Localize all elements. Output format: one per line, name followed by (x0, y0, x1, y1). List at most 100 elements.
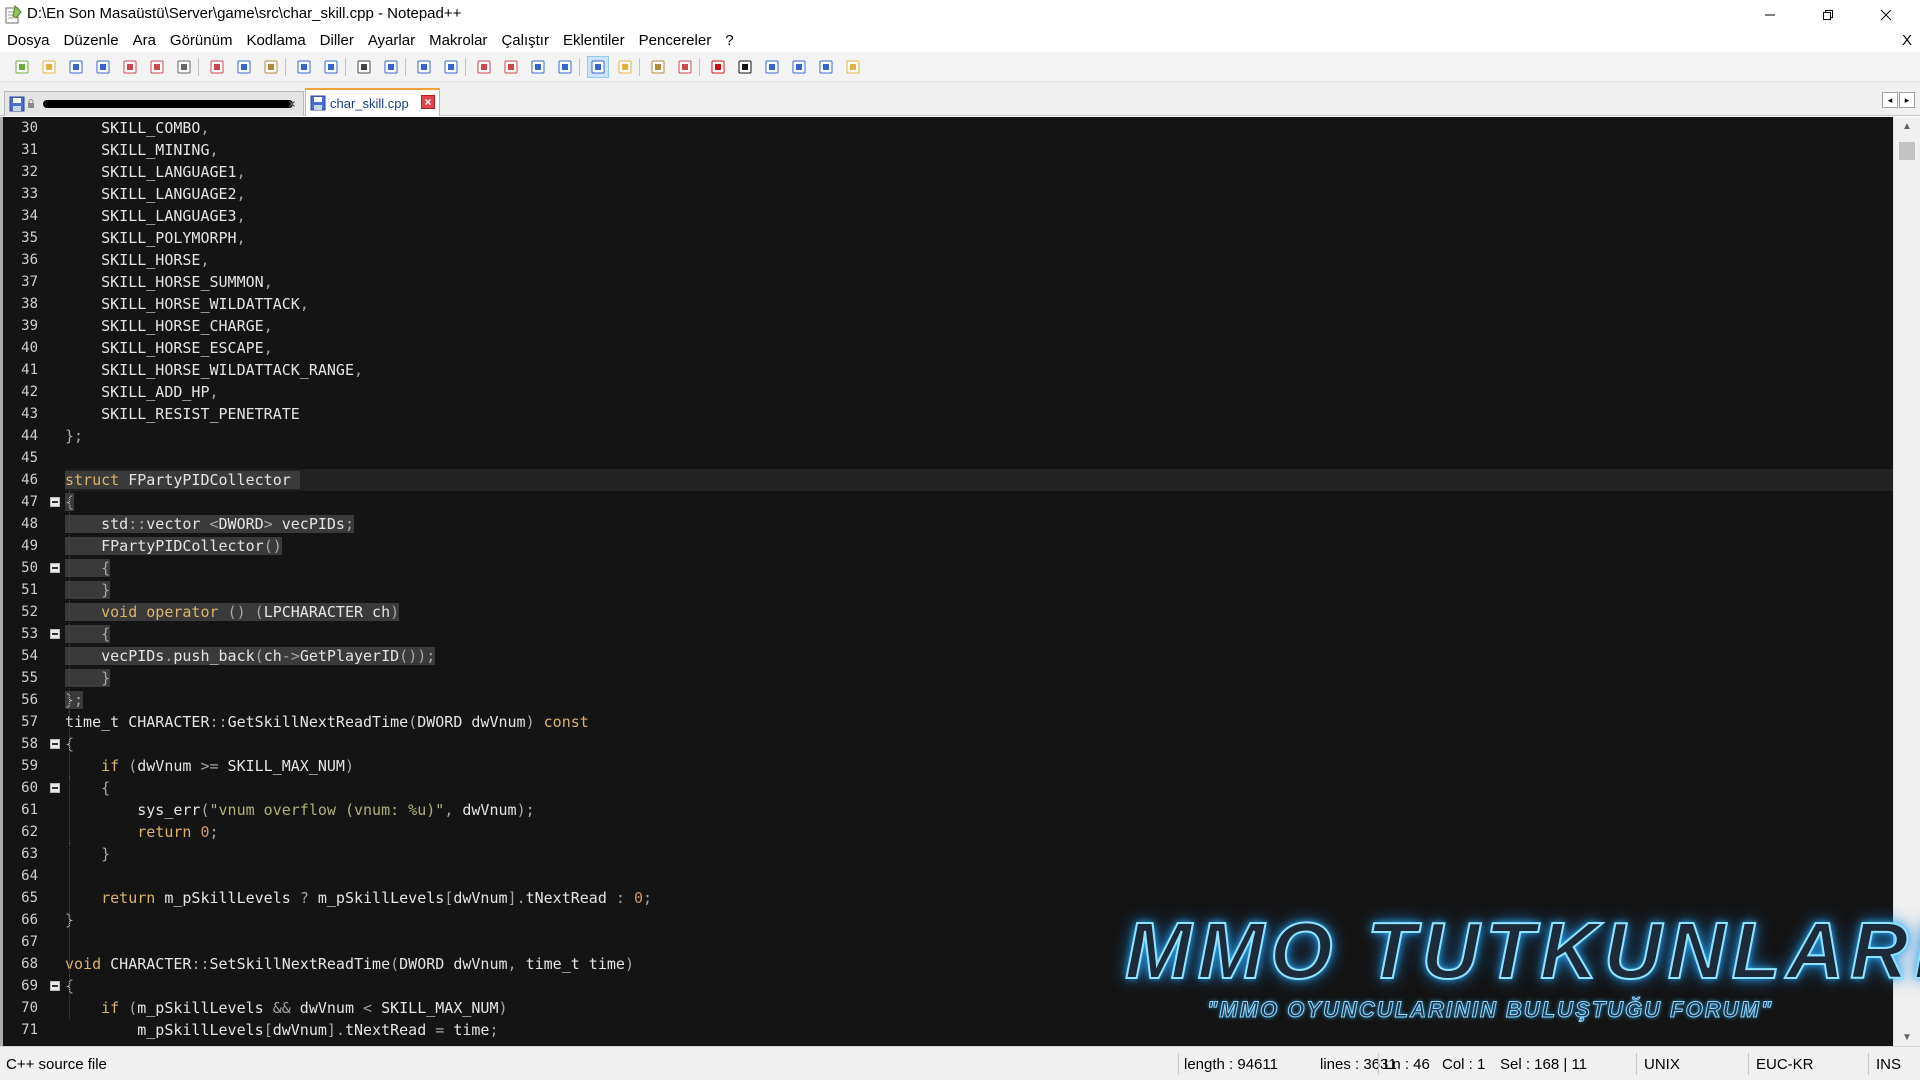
code-line[interactable]: return m_pSkillLevels ? m_pSkillLevels[d… (65, 887, 1893, 909)
spellcheck-button[interactable] (843, 57, 863, 77)
code-editor[interactable]: 30 31 32 33 34 35 36 37 38 39 40 41 42 43 44 45 46 47 48 49… (0, 117, 1920, 1046)
fold-toggle-icon[interactable] (50, 739, 60, 749)
find-button[interactable] (354, 57, 374, 77)
tab-close-button[interactable]: × (421, 95, 435, 109)
replace-button[interactable] (381, 57, 401, 77)
code-line[interactable] (65, 865, 1893, 887)
menu-item-6[interactable]: Ayarlar (361, 32, 422, 50)
code-line[interactable]: std::vector <DWORD> vecPIDs; (65, 513, 1893, 535)
sync-vertical-button[interactable] (474, 57, 494, 77)
status-selection[interactable]: Sel : 168 | 11 (1494, 1047, 1587, 1080)
paste-button[interactable] (261, 57, 281, 77)
code-line[interactable]: SKILL_MINING, (65, 139, 1893, 161)
code-line[interactable]: struct FPartyPIDCollector (65, 469, 1893, 491)
code-line[interactable]: }; (65, 425, 1893, 447)
code-line[interactable] (65, 447, 1893, 469)
fold-toggle-icon[interactable] (50, 783, 60, 793)
code-line[interactable]: void operator () (LPCHARACTER ch) (65, 601, 1893, 623)
fold-toggle-icon[interactable] (50, 497, 60, 507)
status-insert-mode[interactable]: INS (1870, 1047, 1901, 1080)
status-line-number[interactable]: Ln : 46 (1378, 1047, 1430, 1080)
show-all-chars-button[interactable] (555, 57, 575, 77)
code-line[interactable]: void CHARACTER::SetSkillNextReadTime(DWO… (65, 953, 1893, 975)
code-line[interactable]: SKILL_LANGUAGE2, (65, 183, 1893, 205)
code-line[interactable]: } (65, 667, 1893, 689)
code-line[interactable]: vecPIDs.push_back(ch->GetPlayerID()); (65, 645, 1893, 667)
code-line[interactable]: SKILL_HORSE, (65, 249, 1893, 271)
vertical-scrollbar[interactable]: ▲ ▼ (1893, 117, 1920, 1046)
menu-item-8[interactable]: Çalıştır (494, 32, 556, 50)
save-macro-button[interactable] (816, 57, 836, 77)
fold-toggle-icon[interactable] (50, 629, 60, 639)
code-line[interactable]: SKILL_HORSE_ESCAPE, (65, 337, 1893, 359)
code-line[interactable]: return 0; (65, 821, 1893, 843)
code-line[interactable]: if (dwVnum >= SKILL_MAX_NUM) (65, 755, 1893, 777)
save-button[interactable] (66, 57, 86, 77)
play-macro-button[interactable] (762, 57, 782, 77)
menu-item-5[interactable]: Diller (313, 32, 361, 50)
code-line[interactable]: SKILL_HORSE_SUMMON, (65, 271, 1893, 293)
menu-item-0[interactable]: Dosya (0, 32, 57, 50)
code-line[interactable]: SKILL_HORSE_WILDATTACK, (65, 293, 1893, 315)
code-line[interactable]: } (65, 843, 1893, 865)
menu-item-7[interactable]: Makrolar (422, 32, 494, 50)
code-line[interactable]: sys_err("vnum overflow (vnum: %u)", dwVn… (65, 799, 1893, 821)
code-line[interactable]: } (65, 579, 1893, 601)
record-macro-button[interactable] (708, 57, 728, 77)
menu-item-11[interactable]: ? (718, 32, 740, 50)
minimize-button[interactable] (1741, 0, 1799, 30)
restore-button[interactable] (1799, 0, 1857, 30)
document-map-button[interactable] (675, 57, 695, 77)
status-column[interactable]: Col : 1 (1436, 1047, 1485, 1080)
code-line[interactable]: { (65, 777, 1893, 799)
code-line[interactable]: { (65, 491, 1893, 513)
fold-toggle-icon[interactable] (50, 563, 60, 573)
code-line[interactable]: } (65, 909, 1893, 931)
code-line[interactable]: { (65, 623, 1893, 645)
save-all-button[interactable] (93, 57, 113, 77)
tab-char-skill[interactable]: char_skill.cpp × (305, 88, 440, 116)
code-line[interactable]: SKILL_RESIST_PENETRATE (65, 403, 1893, 425)
code-line[interactable]: SKILL_HORSE_CHARGE, (65, 315, 1893, 337)
status-eol[interactable]: UNIX (1638, 1047, 1680, 1080)
close-button[interactable] (120, 57, 140, 77)
zoom-in-button[interactable] (414, 57, 434, 77)
print-button[interactable] (174, 57, 194, 77)
code-line[interactable]: SKILL_LANGUAGE3, (65, 205, 1893, 227)
code-line[interactable]: SKILL_POLYMORPH, (65, 227, 1893, 249)
scrollbar-thumb[interactable] (1899, 142, 1915, 160)
code-line[interactable]: FPartyPIDCollector() (65, 535, 1893, 557)
code-line[interactable]: }; (65, 689, 1893, 711)
tab-redacted[interactable]: × (4, 91, 304, 116)
function-list-button[interactable] (615, 57, 635, 77)
menu-item-2[interactable]: Ara (126, 32, 163, 50)
code-line[interactable]: SKILL_ADD_HP, (65, 381, 1893, 403)
sync-horizontal-button[interactable] (501, 57, 521, 77)
line-number-margin[interactable]: 30 31 32 33 34 35 36 37 38 39 40 41 42 43 44 45 46 47 48 49… (0, 117, 52, 1046)
close-all-button[interactable] (147, 57, 167, 77)
undo-button[interactable] (294, 57, 314, 77)
tab-scroll-left-button[interactable]: ◂ (1882, 92, 1898, 108)
cut-button[interactable] (207, 57, 227, 77)
close-window-button[interactable] (1857, 0, 1915, 30)
menu-item-10[interactable]: Pencereler (632, 32, 719, 50)
menu-item-3[interactable]: Görünüm (163, 32, 240, 50)
menu-item-1[interactable]: Düzenle (57, 32, 126, 50)
copy-button[interactable] (234, 57, 254, 77)
redo-button[interactable] (321, 57, 341, 77)
close-document-button[interactable]: X (1902, 32, 1912, 50)
status-encoding[interactable]: EUC-KR (1750, 1047, 1814, 1080)
code-text-area[interactable]: SKILL_COMBO, SKILL_MINING, SKILL_LANGUAG… (65, 117, 1893, 1046)
code-line[interactable]: { (65, 557, 1893, 579)
code-line[interactable]: SKILL_COMBO, (65, 117, 1893, 139)
code-line[interactable]: { (65, 733, 1893, 755)
new-file-button[interactable] (12, 57, 32, 77)
folder-workspace-button[interactable] (648, 57, 668, 77)
code-line[interactable]: m_pSkillLevels[dwVnum].tNextRead = time; (65, 1019, 1893, 1041)
code-line[interactable]: SKILL_HORSE_WILDATTACK_RANGE, (65, 359, 1893, 381)
tab-close-button[interactable]: × (285, 97, 299, 111)
code-line[interactable]: { (65, 975, 1893, 997)
code-line[interactable] (65, 931, 1893, 953)
code-line[interactable]: if (m_pSkillLevels && dwVnum < SKILL_MAX… (65, 997, 1893, 1019)
code-line[interactable]: time_t CHARACTER::GetSkillNextReadTime(D… (65, 711, 1893, 733)
